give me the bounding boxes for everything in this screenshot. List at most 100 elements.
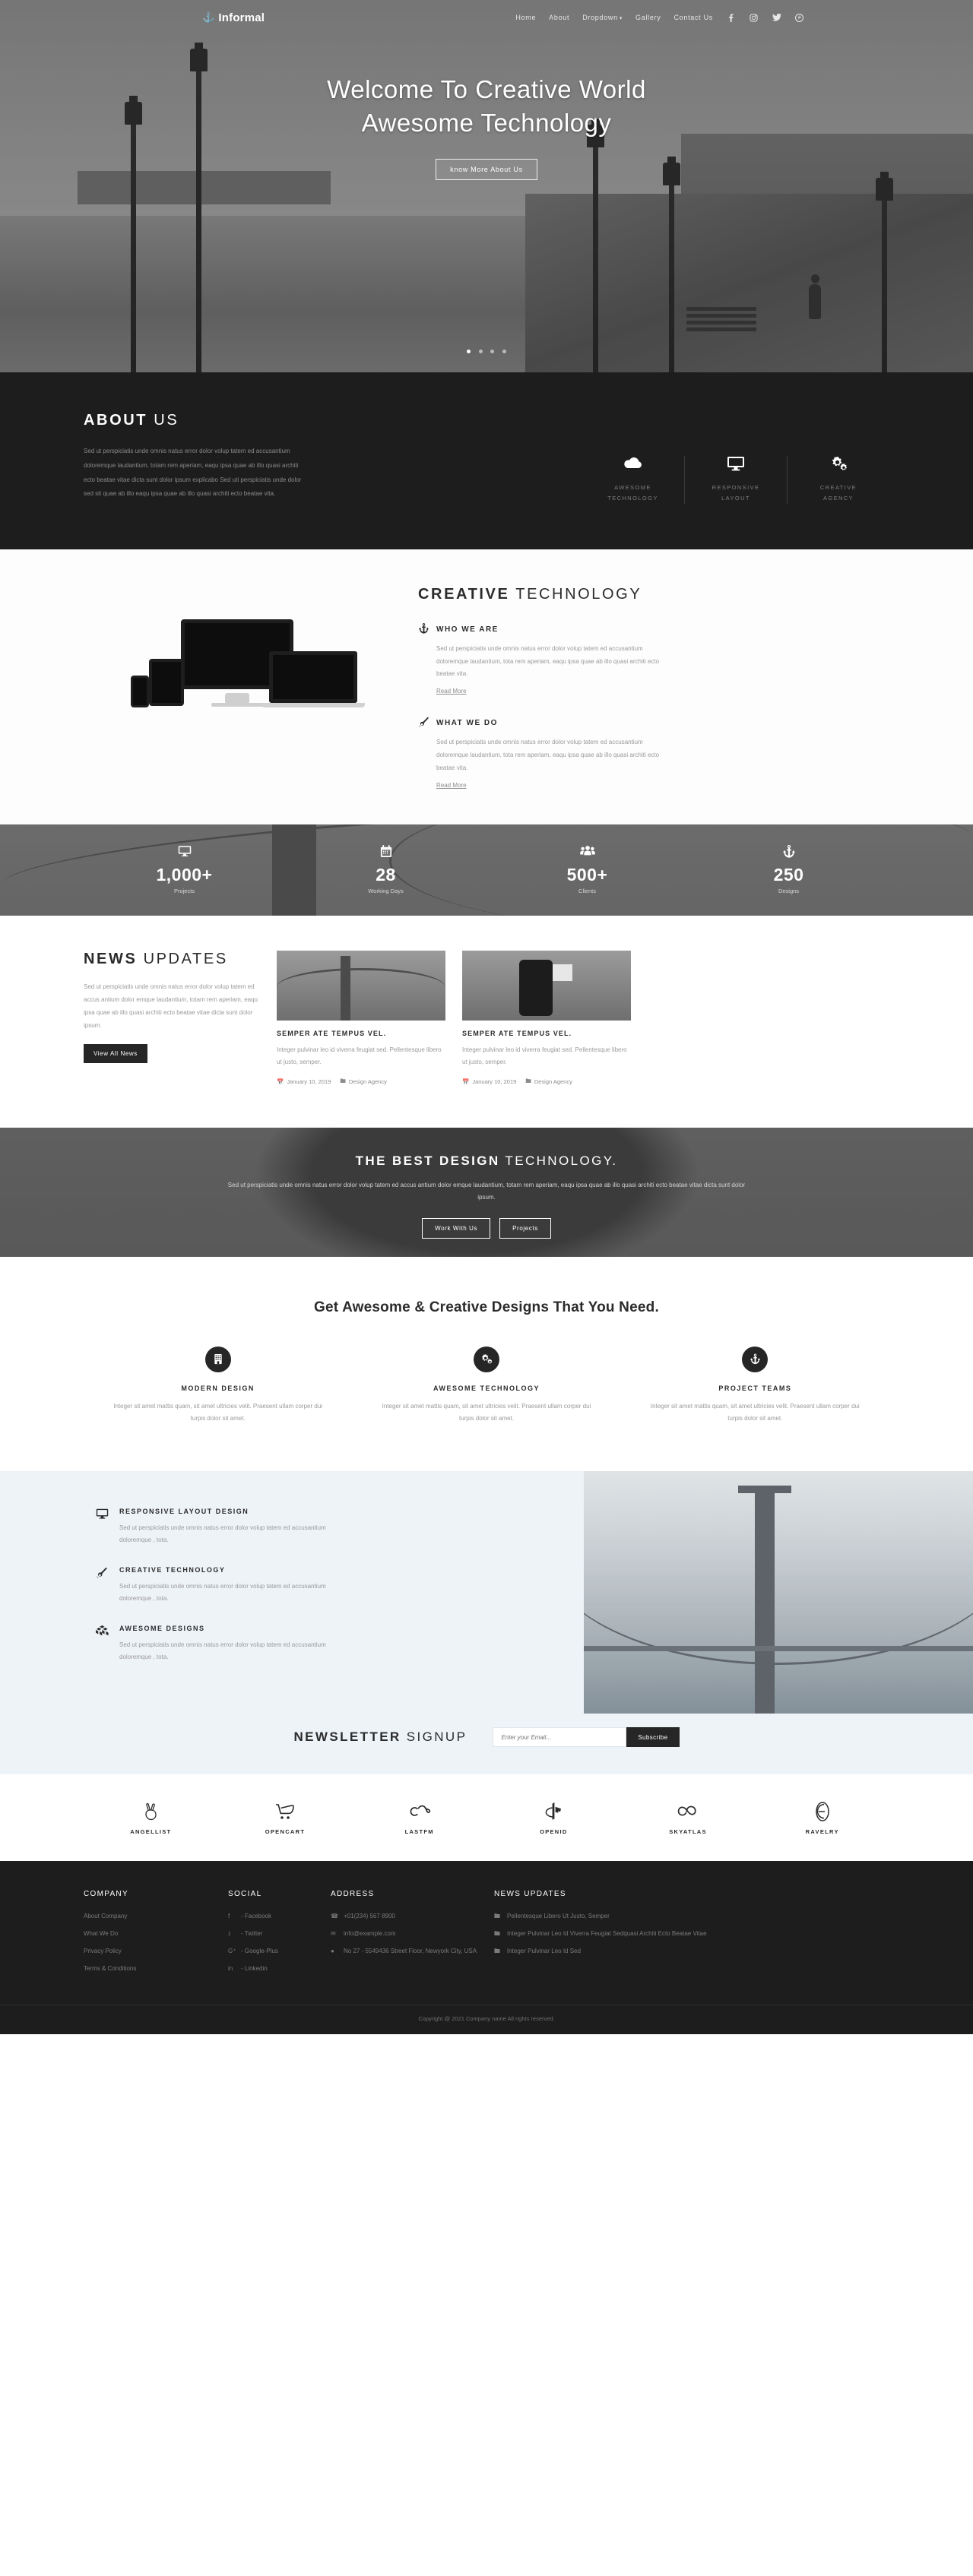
nav-item-dropdown[interactable]: Dropdown ▾ [582, 14, 623, 21]
footer-column-social: SOCIAL f- Facebook נ- Twitter G⁺ - Google… [228, 1890, 331, 1982]
brand-opencart[interactable]: OPENCART [218, 1800, 353, 1835]
monitor-icon [84, 845, 285, 862]
brand-name: Informal [218, 11, 265, 24]
megaphone-icon [94, 1566, 109, 1605]
pin-icon: ● [331, 1948, 334, 1955]
news-title: NEWS UPDATES [84, 951, 260, 968]
footer-phone[interactable]: ☎ +01(234) 567 8900 [331, 1912, 479, 1921]
instagram-icon[interactable] [749, 13, 759, 23]
opencart-icon [218, 1800, 353, 1823]
footer-social-item[interactable]: G⁺ - Google-Plus [228, 1947, 315, 1956]
counter-designs: 250 Designs [688, 845, 889, 894]
twitter-icon[interactable] [772, 13, 781, 23]
cubes-icon [94, 1625, 109, 1663]
folder-icon: 🖿 [340, 1077, 346, 1084]
brand-label: ANGELLIST [130, 1828, 172, 1836]
about-feature-label: AWESOME TECHNOLOGY [607, 484, 658, 502]
slider-dot-3[interactable] [490, 350, 495, 353]
nav-item-home[interactable]: Home [515, 14, 536, 21]
news-card-category: Design Agency [534, 1078, 572, 1085]
footer-email[interactable]: ✉ info@example.com [331, 1929, 479, 1938]
creative-title-bold: CREATIVE [418, 585, 510, 603]
brand-lastfm[interactable]: LASTFM [352, 1800, 486, 1835]
footer-link-item[interactable]: Terms & Conditions [84, 1964, 213, 1973]
calendar-icon [285, 845, 486, 862]
hero-overlay [0, 0, 973, 372]
work-with-us-button[interactable]: Work With Us [422, 1218, 491, 1239]
about-feature-responsive-layout[interactable]: RESPONSIVE LAYOUT [684, 456, 787, 504]
news-card[interactable]: SEMPER ATE TEMPUS VEL. Integer pulvinar … [277, 950, 445, 1087]
counters-section: 1,000+ Projects 28 Working Days 500+ Cli… [0, 824, 973, 916]
counter-label: Projects [173, 888, 195, 895]
brand-skyatlas[interactable]: SKYATLAS [621, 1800, 756, 1835]
slider-dot-2[interactable] [478, 350, 483, 353]
footer-news-item[interactable]: 🖿 Pellentesque Libero Ut Justo, Semper [494, 1912, 874, 1921]
slider-dot-4[interactable] [502, 350, 506, 353]
nav-item-about[interactable]: About [549, 14, 569, 21]
brand-ravelry[interactable]: RAVELRY [755, 1800, 889, 1835]
twitter-icon: נ [228, 1930, 231, 1938]
footer-link-item[interactable]: About Company [84, 1912, 213, 1921]
anchor-icon [688, 845, 889, 862]
hero-section: ⚓ Informal Home About Dropdown ▾ Gallery … [0, 0, 973, 372]
service-title: AWESOME TECHNOLOGY [433, 1384, 540, 1392]
news-card-category-wrap: 🖿 Design Agency [525, 1077, 572, 1087]
nav-item-gallery[interactable]: Gallery [635, 14, 661, 21]
about-feature-creative-agency[interactable]: CREATIVE AGENCY [787, 456, 889, 504]
footer-social-item[interactable]: in - Linkedin [228, 1964, 315, 1973]
news-card[interactable]: SEMPER ATE TEMPUS VEL. Integer pulvinar … [462, 950, 631, 1087]
view-all-news-button[interactable]: View All News [84, 1044, 147, 1064]
service-project-teams[interactable]: PROJECT TEAMS Integer sit amet mattis qu… [621, 1346, 889, 1426]
counter-value: 1,000+ [156, 865, 213, 885]
footer-heading: COMPANY [84, 1890, 128, 1899]
slider-dots [0, 343, 973, 357]
service-modern-design[interactable]: MODERN DESIGN Integer sit amet mattis qu… [84, 1346, 352, 1426]
newsletter-title-light: SIGNUP [406, 1729, 467, 1745]
brand-openid[interactable]: OPENID [486, 1800, 621, 1835]
feature-title: CREATIVE TECHNOLOGY [119, 1566, 226, 1574]
about-text-block: ABOUT US Sed ut perspiciatis unde omnis … [84, 412, 334, 504]
service-awesome-technology[interactable]: AWESOME TECHNOLOGY Integer sit amet matt… [352, 1346, 620, 1426]
read-more-link[interactable]: Read More [436, 688, 467, 695]
footer-link-item[interactable]: Privacy Policy [84, 1947, 213, 1956]
cta-title: THE BEST DESIGN TECHNOLOGY. [84, 1154, 889, 1169]
creative-item-what-we-do: WHAT WE DO Sed ut perspiciatis unde omni… [418, 717, 889, 790]
footer-link-item[interactable]: What We Do [84, 1929, 213, 1938]
footer-social-item[interactable]: נ- Twitter [228, 1929, 315, 1938]
facebook-icon[interactable] [726, 13, 736, 23]
footer-address: ● No 27 - 5549436 Street Floor, Newyork C… [331, 1948, 477, 1955]
folder-icon: 🖿 [494, 1913, 500, 1920]
newsletter-title-bold: NEWSLETTER [293, 1729, 401, 1745]
anchor-icon: ⚓ [202, 11, 215, 23]
counter-clients: 500+ Clients [486, 845, 688, 894]
google-plus-icon: G⁺ [228, 1948, 236, 1955]
top-navigation-bar: ⚓ Informal Home About Dropdown ▾ Gallery … [0, 0, 973, 35]
about-feature-list: AWESOME TECHNOLOGY RESPONSIVE LAYOUT CREAT… [582, 456, 889, 504]
openid-icon [486, 1800, 621, 1823]
creative-title-light: TECHNOLOGY [515, 585, 642, 603]
creative-item-who-we-are: WHO WE ARE Sed ut perspiciatis unde omni… [418, 622, 889, 697]
creative-title: CREATIVE TECHNOLOGY [418, 586, 889, 603]
site-logo[interactable]: ⚓ Informal [202, 11, 265, 24]
creative-item-body: Sed ut perspiciatis unde omnis natus err… [436, 644, 660, 678]
about-feature-awesome-technology[interactable]: AWESOME TECHNOLOGY [582, 456, 684, 504]
subscribe-button[interactable]: Subscribe [626, 1727, 680, 1748]
hero-title-line1: Welcome To Creative World [327, 75, 646, 103]
nav-item-contact-us[interactable]: Contact Us [673, 14, 713, 21]
footer-news-item[interactable]: 🖿 Integer Pulvinar Leo Id Viverra Feugiat… [494, 1929, 874, 1938]
footer-social-item[interactable]: f- Facebook [228, 1912, 315, 1921]
news-title-bold: NEWS [84, 950, 138, 967]
read-more-link[interactable]: Read More [436, 782, 467, 789]
hero-cta-button[interactable]: know More About Us [436, 159, 537, 181]
newsletter-email-input[interactable] [493, 1727, 627, 1748]
projects-button[interactable]: Projects [499, 1218, 551, 1239]
slider-dot-1[interactable] [467, 350, 471, 353]
footer-news-item[interactable]: 🖿 Integer Pulvinar Leo Id Sed [494, 1947, 874, 1956]
service-title: MODERN DESIGN [181, 1384, 255, 1392]
news-card-category-wrap: 🖿 Design Agency [340, 1077, 387, 1087]
brand-angellist[interactable]: ANGELLIST [84, 1800, 218, 1835]
site-footer: COMPANY About Company What We Do Privacy… [0, 1861, 973, 2035]
about-feature-label: CREATIVE AGENCY [819, 484, 857, 502]
pinterest-icon[interactable] [794, 13, 804, 23]
counter-label: Designs [778, 888, 800, 895]
